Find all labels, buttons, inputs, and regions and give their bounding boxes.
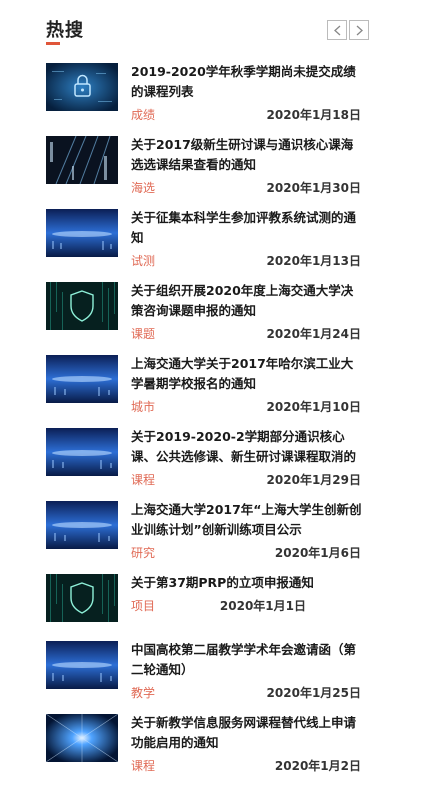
item-title[interactable]: 上海交通大学关于2017年哈尔滨工业大学暑期学校报名的通知 bbox=[131, 354, 363, 394]
item-date: 2020年1月18日 bbox=[266, 108, 361, 122]
item-title[interactable]: 关于征集本科学生参加评教系统试测的通知 bbox=[131, 208, 363, 248]
list-item: 中国高校第二届教学学术年会邀请函（第二轮通知） 教学 2020年1月25日 bbox=[46, 640, 370, 713]
shield-image[interactable] bbox=[46, 574, 118, 622]
hot-search-header: 热搜 bbox=[46, 14, 370, 48]
item-date: 2020年1月10日 bbox=[266, 400, 361, 414]
list-item: 关于第37期PRP的立项申报通知 项目 2020年1月1日 bbox=[46, 573, 370, 646]
item-title[interactable]: 2019-2020学年秋季学期尚未提交成绩的课程列表 bbox=[131, 62, 363, 102]
item-meta: 城市 2020年1月10日 bbox=[131, 398, 361, 414]
item-meta: 研究 2020年1月6日 bbox=[131, 544, 361, 560]
item-meta: 海选 2020年1月30日 bbox=[131, 179, 361, 195]
hot-search-list: 2019-2020学年秋季学期尚未提交成绩的课程列表 成绩 2020年1月18日… bbox=[46, 62, 370, 786]
item-meta: 课题 2020年1月24日 bbox=[131, 325, 361, 341]
item-title[interactable]: 关于第37期PRP的立项申报通知 bbox=[131, 573, 363, 593]
blue-tech-image[interactable] bbox=[46, 209, 118, 257]
blue-tech-image[interactable] bbox=[46, 641, 118, 689]
item-tag[interactable]: 研究 bbox=[131, 544, 155, 561]
blue-tech-image[interactable] bbox=[46, 501, 118, 549]
item-meta: 试测 2020年1月13日 bbox=[131, 252, 361, 268]
item-title[interactable]: 上海交通大学2017年“上海大学生创新创业训练计划”创新训练项目公示 bbox=[131, 500, 363, 540]
item-title[interactable]: 关于2019-2020-2学期部分通识核心课、公共选修课、新生研讨课课程取消的通… bbox=[131, 427, 363, 467]
item-date: 2020年1月30日 bbox=[266, 181, 361, 195]
data-image[interactable] bbox=[46, 136, 118, 184]
chevron-right-icon bbox=[356, 25, 363, 35]
item-meta: 项目 2020年1月1日 bbox=[131, 597, 306, 613]
item-tag[interactable]: 课题 bbox=[131, 325, 155, 342]
list-item: 2019-2020学年秋季学期尚未提交成绩的课程列表 成绩 2020年1月18日 bbox=[46, 62, 370, 135]
list-item: 关于2019-2020-2学期部分通识核心课、公共选修课、新生研讨课课程取消的通… bbox=[46, 427, 370, 500]
blue-tech-image[interactable] bbox=[46, 428, 118, 476]
next-button[interactable] bbox=[349, 20, 369, 40]
item-tag[interactable]: 试测 bbox=[131, 252, 155, 269]
item-title[interactable]: 关于组织开展2020年度上海交通大学决策咨询课题申报的通知 bbox=[131, 281, 363, 321]
blue-tech-image[interactable] bbox=[46, 355, 118, 403]
lock-image[interactable] bbox=[46, 63, 118, 111]
item-title[interactable]: 关于2017级新生研讨课与通识核心课海选选课结果查看的通知 bbox=[131, 135, 363, 175]
light-burst-image[interactable] bbox=[46, 714, 118, 762]
item-date: 2020年1月13日 bbox=[266, 254, 361, 268]
item-meta: 课程 2020年1月2日 bbox=[131, 757, 361, 773]
list-item: 上海交通大学2017年“上海大学生创新创业训练计划”创新训练项目公示 研究 20… bbox=[46, 500, 370, 573]
prev-button[interactable] bbox=[327, 20, 347, 40]
item-tag[interactable]: 城市 bbox=[131, 398, 155, 415]
shield-image[interactable] bbox=[46, 282, 118, 330]
item-title[interactable]: 中国高校第二届教学学术年会邀请函（第二轮通知） bbox=[131, 640, 363, 680]
item-tag[interactable]: 课程 bbox=[131, 471, 155, 488]
item-title[interactable]: 关于新教学信息服务网课程替代线上申请功能启用的通知 bbox=[131, 713, 363, 753]
item-date: 2020年1月25日 bbox=[266, 686, 361, 700]
item-tag[interactable]: 海选 bbox=[131, 179, 155, 196]
item-date: 2020年1月6日 bbox=[274, 546, 361, 560]
item-date: 2020年1月2日 bbox=[274, 759, 361, 773]
item-meta: 成绩 2020年1月18日 bbox=[131, 106, 361, 122]
item-date: 2020年1月29日 bbox=[266, 473, 361, 487]
item-tag[interactable]: 项目 bbox=[131, 597, 155, 614]
list-item: 关于征集本科学生参加评教系统试测的通知 试测 2020年1月13日 bbox=[46, 208, 370, 281]
section-title: 热搜 bbox=[46, 20, 84, 41]
item-date: 2020年1月24日 bbox=[266, 327, 361, 341]
list-item: 关于新教学信息服务网课程替代线上申请功能启用的通知 课程 2020年1月2日 bbox=[46, 713, 370, 786]
list-item: 关于组织开展2020年度上海交通大学决策咨询课题申报的通知 课题 2020年1月… bbox=[46, 281, 370, 354]
list-item: 上海交通大学关于2017年哈尔滨工业大学暑期学校报名的通知 城市 2020年1月… bbox=[46, 354, 370, 427]
chevron-left-icon bbox=[333, 25, 340, 35]
item-tag[interactable]: 课程 bbox=[131, 757, 155, 774]
list-item: 关于2017级新生研讨课与通识核心课海选选课结果查看的通知 海选 2020年1月… bbox=[46, 135, 370, 208]
item-meta: 教学 2020年1月25日 bbox=[131, 684, 361, 700]
item-meta: 课程 2020年1月29日 bbox=[131, 471, 361, 487]
item-tag[interactable]: 教学 bbox=[131, 684, 155, 701]
item-tag[interactable]: 成绩 bbox=[131, 106, 155, 123]
item-date: 2020年1月1日 bbox=[219, 599, 306, 613]
title-underline bbox=[46, 42, 60, 45]
